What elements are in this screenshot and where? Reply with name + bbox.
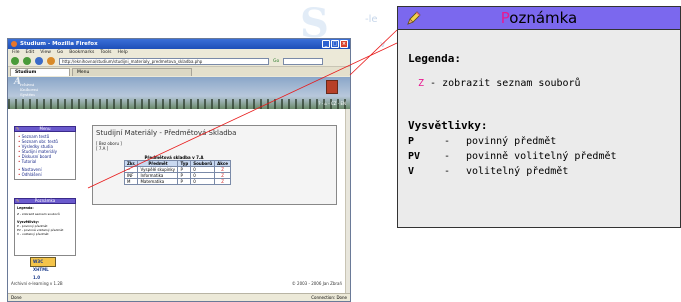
table-row: M Matematika P 0 Z <box>123 178 231 185</box>
legend-text: - zobrazit seznam souborů <box>424 78 581 89</box>
note-zoom-body: Legenda: Z - zobrazit seznam souborů Vys… <box>398 30 680 179</box>
site-banner: A rchivni Knihovni Systém ? - ⌂ - CZ - E… <box>8 77 350 109</box>
pencil-icon: ✎ <box>16 198 20 203</box>
note-panel: Legenda: Z - zobrazit seznam souborů Vys… <box>14 204 76 256</box>
note-title-initial: P <box>500 9 510 27</box>
browser-window: Studium - Mozilla Firefox _ □ × File Edi… <box>7 38 351 302</box>
status-connection: Connection: Done <box>311 295 347 300</box>
menu-panel: Seznam testů Seznam obr. testů Výsledky … <box>14 132 76 180</box>
address-bar[interactable]: http://eknihovna/studium/studijni_materi… <box>59 57 269 65</box>
menu-view[interactable]: View <box>40 50 51 55</box>
menu-help[interactable]: Help <box>117 50 127 55</box>
pencil-icon <box>407 11 421 25</box>
firefox-icon <box>11 41 17 47</box>
window-title: Studium - Mozilla Firefox <box>20 41 98 47</box>
note-zoom-panel: Poznámka Legenda: Z - zobrazit seznam so… <box>397 6 681 228</box>
menu-tools[interactable]: Tools <box>100 50 111 55</box>
vertical-scrollbar[interactable] <box>345 109 350 293</box>
w3c-badge[interactable]: W3C XHTML 1.0 <box>30 257 56 280</box>
filter-class[interactable]: [ 7.A ] <box>96 146 333 151</box>
legend-row: Z - zobrazit seznam souborů <box>418 78 670 89</box>
banner-icons[interactable]: ? - ⌂ - CZ - EN <box>318 101 346 106</box>
show-files-link[interactable]: Z <box>214 178 231 185</box>
sidebar-item-tutorial[interactable]: Tutorial <box>18 159 72 164</box>
sidebar: ✎ Menu Seznam testů Seznam obr. testů Vý… <box>14 126 76 256</box>
legend-heading: Legenda: <box>408 52 461 65</box>
materials-box: Studijní Materiály - Předmětová Skladba … <box>92 125 337 205</box>
page-footer: Archivní e-learning v 1.2B © 2003 - 2006… <box>8 281 345 286</box>
crest-icon <box>326 80 338 94</box>
title-bar: Studium - Mozilla Firefox _ □ × <box>8 39 350 49</box>
note-panel-header: ✎ Poznámka <box>14 198 76 204</box>
forward-icon[interactable] <box>23 57 31 65</box>
search-input[interactable] <box>283 57 324 65</box>
reload-icon[interactable] <box>35 57 43 65</box>
go-button[interactable]: Go <box>273 59 279 64</box>
tab-studium[interactable]: Studium <box>10 68 70 76</box>
sidebar-item-logout[interactable]: Odhlášení <box>18 172 72 177</box>
menu-bar: File Edit View Go Bookmarks Tools Help <box>8 49 350 56</box>
menu-bookmarks[interactable]: Bookmarks <box>69 50 94 55</box>
pencil-icon: ✎ <box>16 126 20 131</box>
note-zoom-header: Poznámka <box>398 7 680 30</box>
explanation-item: P - povinný předmět <box>408 136 557 147</box>
navigation-toolbar: http://eknihovna/studium/studijni_materi… <box>8 56 350 67</box>
tab-bar: Studium Menu <box>8 67 350 76</box>
watermark-text: -le <box>365 14 378 25</box>
status-text: Done <box>11 295 22 300</box>
explanation-item: V - volitelný předmět <box>408 166 569 177</box>
trees-decoration <box>8 99 350 109</box>
tab-menu[interactable]: Menu <box>72 68 192 76</box>
menu-panel-header: ✎ Menu <box>14 126 76 132</box>
page-title: Studijní Materiály - Předmětová Skladba <box>96 129 237 137</box>
maximize-button[interactable]: □ <box>331 40 339 48</box>
status-bar: Done Connection: Done <box>8 293 350 301</box>
close-button[interactable]: × <box>340 40 348 48</box>
note-title: oznámka <box>509 9 578 27</box>
back-icon[interactable] <box>11 57 19 65</box>
main-content: Studijní Materiály - Předmětová Skladba … <box>92 125 337 205</box>
minimize-button[interactable]: _ <box>322 40 330 48</box>
subjects-table-wrap: Předmětová skladba v 7.A Zkr. Předmět Ty… <box>123 155 333 185</box>
col-files: Souborů <box>190 160 216 167</box>
explanations-heading: Vysvětlivky: <box>408 119 488 132</box>
screenshot-root: S -le v Studium - Mozilla Firefox _ □ × … <box>0 0 681 302</box>
home-icon[interactable] <box>47 57 55 65</box>
explanation-item: PV - povinně volitelný předmět <box>408 151 617 162</box>
watermark-text-2: v <box>380 40 386 50</box>
menu-file[interactable]: File <box>12 50 20 55</box>
menu-edit[interactable]: Edit <box>26 50 35 55</box>
menu-go[interactable]: Go <box>57 50 63 55</box>
footer-copyright: © 2003 - 2006 Jan Zbraň <box>291 281 342 286</box>
subjects-table: Zkr. Předmět Typ Souborů Akce -- Vyspělé… <box>123 160 231 185</box>
